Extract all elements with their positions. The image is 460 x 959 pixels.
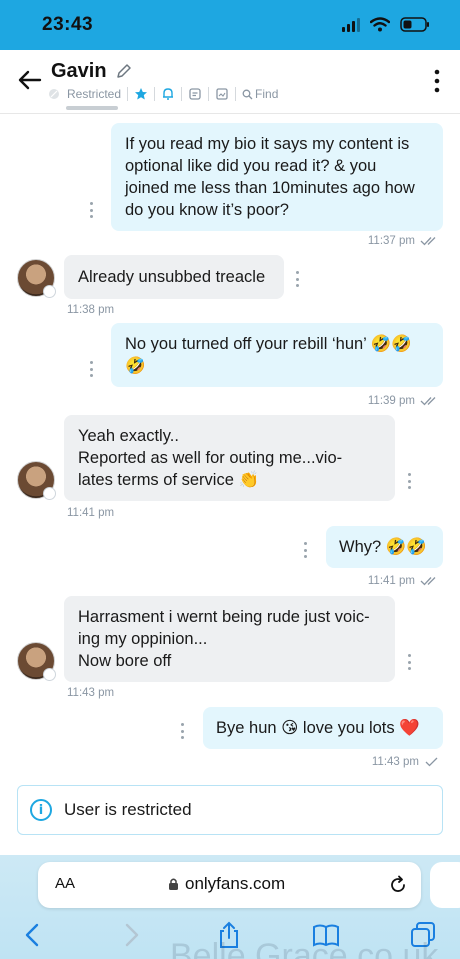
pencil-icon[interactable] (115, 62, 133, 80)
status-time: 23:43 (42, 14, 94, 35)
chat-header: Gavin Restricted Find (0, 50, 460, 114)
time-text: 11:37 pm (367, 235, 415, 247)
chat-thread: If you read my bio it says my content is… (0, 106, 460, 855)
message-line: Now bore off (78, 652, 172, 670)
message-line: lates terms of service 👏 (78, 471, 260, 489)
message-options-icon[interactable] (302, 542, 308, 558)
message-timestamp: 11:41 pm (368, 575, 440, 587)
message-timestamp: 11:41 pm (67, 507, 114, 519)
info-icon: i (30, 799, 52, 821)
message-options-icon[interactable] (406, 473, 412, 489)
star-icon[interactable] (134, 87, 148, 101)
restricted-notice-text: User is restricted (64, 800, 192, 819)
battery-icon (400, 17, 429, 32)
gallery-icon[interactable] (215, 87, 229, 101)
message-options-icon[interactable] (88, 361, 94, 377)
bell-icon[interactable] (161, 87, 175, 101)
restricted-icon (49, 89, 59, 99)
message-timestamp: 11:43 pm (372, 756, 440, 768)
double-check-icon (420, 577, 436, 586)
time-text: 11:39 pm (367, 395, 415, 407)
message-timestamp: 11:43 pm (67, 687, 114, 699)
message-line: optional like did you read it? & you (125, 157, 377, 175)
message-timestamp: 11:38 pm (67, 304, 114, 316)
message-options-icon[interactable] (406, 654, 412, 670)
back-arrow-icon[interactable] (16, 66, 44, 94)
message-line: Already unsubbed treacle (78, 268, 266, 286)
more-options-icon[interactable] (432, 68, 442, 94)
avatar[interactable] (17, 461, 56, 500)
watermark-text: Belle Grace.co.uk (170, 937, 439, 959)
message-bubble-outgoing[interactable]: No you turned off your rebill ‘hun’ 🤣🤣 🤣 (111, 323, 443, 387)
message-line: do you know it’s poor? (125, 201, 289, 219)
online-status-icon (43, 668, 56, 681)
time-text: 11:43 pm (67, 687, 115, 699)
aa-label: AA (55, 875, 76, 892)
time-text: 11:43 pm (371, 756, 419, 768)
next-tab-preview[interactable] (430, 862, 460, 908)
contact-name[interactable]: Gavin (51, 60, 107, 83)
online-status-icon (43, 285, 56, 298)
message-bubble-incoming[interactable]: Harrasment i wernt being rude just voic-… (64, 596, 395, 682)
search-icon (242, 89, 253, 99)
message-bubble-outgoing[interactable]: Bye hun 😘 love you lots ❤️ (203, 707, 443, 749)
time-text: 11:41 pm (67, 507, 115, 519)
double-check-icon (420, 237, 436, 246)
divider (235, 87, 237, 101)
restricted-notice: i User is restricted (17, 785, 443, 835)
forward-icon[interactable] (116, 920, 146, 950)
message-timestamp: 11:37 pm (368, 235, 440, 247)
browser-toolbar: AA onlyfans.com Belle Grace.co.uk (0, 855, 460, 959)
back-icon[interactable] (18, 920, 48, 950)
message-bubble-outgoing[interactable]: Why? 🤣🤣 (326, 526, 443, 568)
signal-icon (342, 17, 360, 32)
divider (127, 87, 129, 101)
check-icon (425, 757, 438, 767)
note-icon[interactable] (188, 87, 202, 101)
time-text: 11:41 pm (367, 575, 415, 587)
status-bar: 23:43 (0, 0, 460, 50)
message-line: ing my oppinion... (78, 630, 208, 648)
message-bubble-incoming[interactable]: Already unsubbed treacle (64, 255, 284, 299)
wifi-icon (370, 17, 390, 32)
double-check-icon (420, 397, 436, 406)
divider (181, 87, 183, 101)
message-line: 🤣 (125, 357, 146, 375)
url-text: onlyfans.com (185, 874, 286, 893)
restricted-label: Restricted (67, 87, 122, 101)
message-options-icon[interactable] (294, 271, 300, 287)
timestamp-cut (66, 106, 118, 110)
message-bubble-outgoing[interactable]: If you read my bio it says my content is… (111, 123, 443, 231)
reader-settings-button[interactable]: AA (55, 875, 75, 892)
header-toolbar: Restricted Find (48, 87, 278, 101)
message-timestamp: 11:39 pm (368, 395, 440, 407)
url-display[interactable]: onlyfans.com (168, 874, 285, 894)
status-icons (342, 17, 430, 32)
find-button[interactable]: Find (242, 87, 278, 101)
address-bar[interactable]: AA onlyfans.com (38, 862, 421, 908)
message-line: Harrasment i wernt being rude just voic- (78, 608, 370, 626)
message-options-icon[interactable] (88, 202, 94, 218)
message-line: Yeah exactly.. (78, 427, 179, 445)
message-line: Why? 🤣🤣 (339, 538, 427, 556)
avatar[interactable] (17, 259, 56, 298)
message-line: No you turned off your rebill ‘hun’ 🤣🤣 (125, 335, 412, 353)
time-text: 11:38 pm (67, 304, 115, 316)
message-line: If you read my bio it says my content is (125, 135, 410, 153)
message-line: Bye hun 😘 love you lots ❤️ (216, 719, 420, 737)
lock-icon (169, 878, 178, 890)
divider (208, 87, 210, 101)
message-bubble-incoming[interactable]: Yeah exactly.. Reported as well for outi… (64, 415, 395, 501)
find-label: Find (255, 87, 279, 101)
message-line: Reported as well for outing me...vio- (78, 449, 343, 467)
restricted-status: Restricted (48, 87, 121, 101)
reload-icon[interactable] (387, 874, 409, 896)
avatar[interactable] (17, 642, 56, 681)
online-status-icon (43, 487, 56, 500)
message-options-icon[interactable] (179, 723, 185, 739)
divider (154, 87, 156, 101)
message-line: joined me less than 10minutes ago how (125, 179, 415, 197)
